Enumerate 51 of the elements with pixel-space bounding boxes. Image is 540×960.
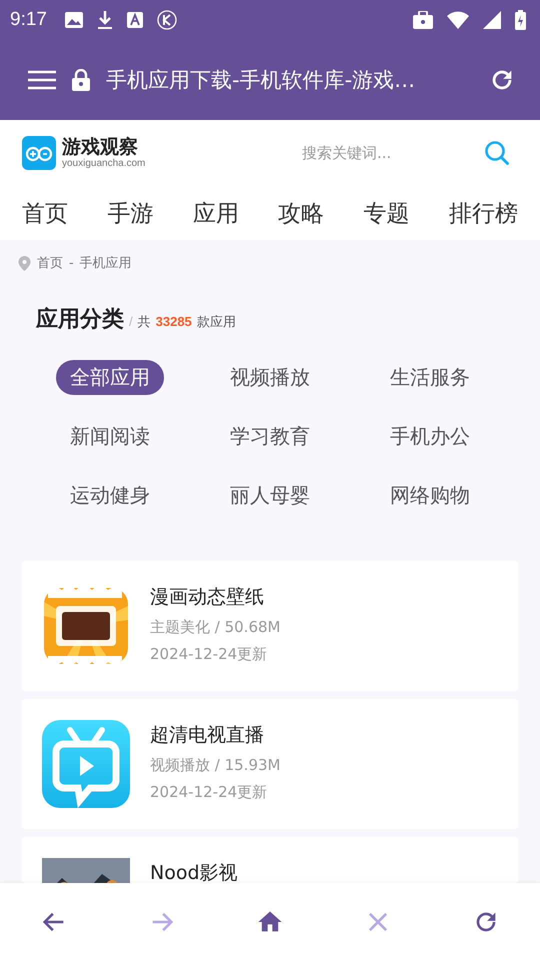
- category-link[interactable]: 新闻阅读: [56, 419, 164, 454]
- breadcrumb-link[interactable]: 手机应用: [80, 254, 132, 272]
- category-link[interactable]: 学习教育: [216, 419, 324, 454]
- nav-link[interactable]: 专题: [364, 198, 410, 228]
- app-name[interactable]: 漫画动态壁纸: [150, 584, 280, 610]
- page-title: 手机应用下载-手机软件库-游戏…: [106, 67, 416, 94]
- title-separator: /: [129, 314, 133, 329]
- app-meta: 主题美化 / 50.68M: [150, 618, 280, 637]
- tv-icon: [42, 720, 130, 808]
- count-suffix: 款应用: [196, 313, 236, 331]
- signal-icon: [483, 11, 501, 29]
- nav-link[interactable]: 首页: [22, 198, 68, 228]
- nav-link[interactable]: 手游: [107, 198, 154, 228]
- category-link[interactable]: 视频播放: [216, 360, 324, 395]
- count-prefix: 共: [138, 313, 151, 331]
- app-updated: 2024-12-24更新: [150, 645, 268, 664]
- nav-link[interactable]: 排行榜: [448, 198, 518, 228]
- app-card[interactable]: Nood影视: [22, 837, 518, 883]
- app-meta: 视频播放 / 15.93M: [150, 756, 280, 775]
- breadcrumb-separator: -: [69, 256, 74, 270]
- section-title: 应用分类: [36, 306, 124, 334]
- category-link[interactable]: 网络购物: [376, 478, 484, 513]
- nav-link[interactable]: 应用: [192, 198, 239, 228]
- app-updated: 2024-12-24更新: [150, 783, 268, 802]
- circle-k-icon: [156, 10, 177, 30]
- nav-link[interactable]: 攻略: [278, 198, 324, 228]
- logo-icon: [22, 136, 56, 170]
- lock-icon: [72, 69, 90, 91]
- location-icon: [18, 256, 31, 270]
- category-link[interactable]: 运动健身: [56, 478, 164, 513]
- wifi-icon: [447, 11, 469, 29]
- menu-button[interactable]: [28, 70, 56, 90]
- status-time: 9:17: [10, 9, 47, 31]
- category-link[interactable]: 全部应用: [56, 360, 164, 395]
- category-link[interactable]: 丽人母婴: [216, 478, 324, 513]
- app-name[interactable]: Nood影视: [150, 860, 238, 883]
- download-icon: [96, 10, 113, 30]
- app-name[interactable]: 超清电视直播: [150, 722, 280, 748]
- app-count: 33285: [156, 314, 192, 329]
- breadcrumb-link[interactable]: 首页: [37, 254, 63, 272]
- image-icon: [64, 12, 83, 28]
- font-icon: [126, 12, 143, 28]
- logo-domain: youxiguancha.com: [62, 158, 146, 169]
- app-card[interactable]: 漫画动态壁纸 主题美化 / 50.68M 2024-12-24更新: [22, 561, 518, 691]
- category-link[interactable]: 生活服务: [376, 360, 484, 395]
- battery-icon: [515, 10, 526, 30]
- search-field[interactable]: 搜索关键词...: [300, 143, 470, 163]
- logo-name: 游戏观察: [62, 137, 139, 158]
- briefcase-icon: [413, 11, 433, 29]
- category-link[interactable]: 手机办公: [376, 419, 484, 454]
- app-card[interactable]: 超清电视直播 视频播放 / 15.93M 2024-12-24更新: [22, 699, 518, 829]
